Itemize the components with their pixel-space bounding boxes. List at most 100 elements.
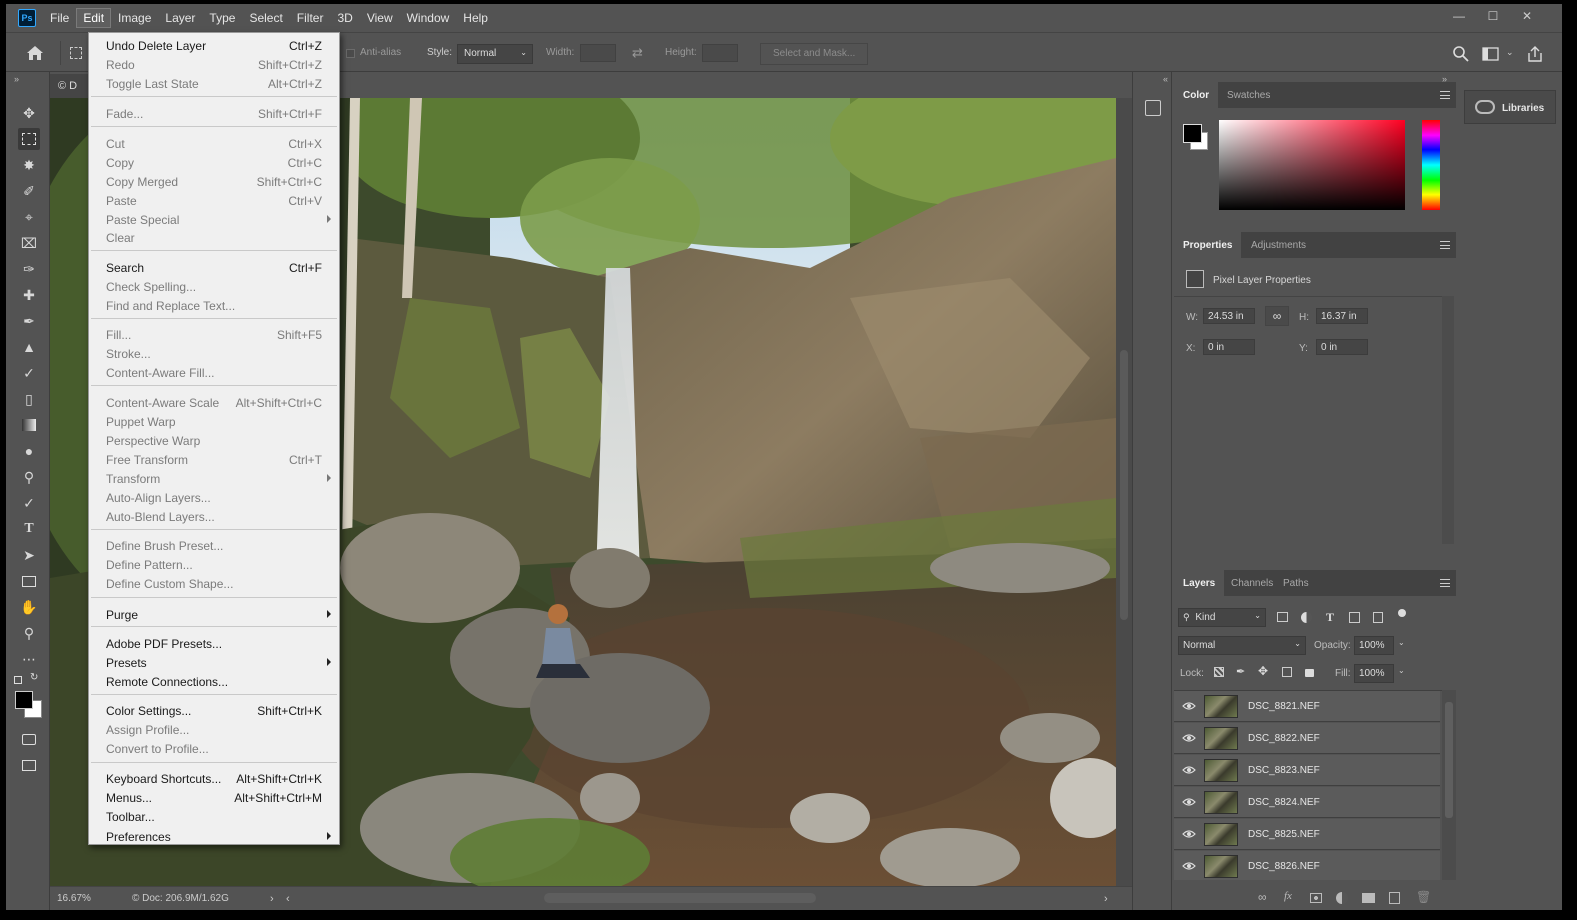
chevron-down-icon[interactable]: ⌄	[1506, 47, 1514, 58]
style-select[interactable]: Normal ⌄	[457, 44, 533, 64]
menu-item-copy[interactable]: Copy Ctrl+C	[89, 153, 339, 172]
menu-item-undo-delete-layer[interactable]: Undo Delete Layer Ctrl+Z	[89, 36, 339, 55]
select-and-mask-button[interactable]: Select and Mask...	[760, 43, 869, 65]
menu-help[interactable]: Help	[457, 9, 494, 27]
menu-item-paste[interactable]: Paste Ctrl+V	[89, 191, 339, 210]
menu-item-menus[interactable]: Menus... Alt+Shift+Ctrl+M	[89, 788, 339, 807]
color-field[interactable]	[1219, 120, 1405, 210]
menu-item-toggle-last-state[interactable]: Toggle Last State Alt+Ctrl+Z	[89, 74, 339, 93]
hand-icon[interactable]: ✋	[18, 596, 40, 618]
eye-visibility-icon[interactable]	[1182, 699, 1196, 713]
menu-type[interactable]: Type	[203, 9, 241, 27]
home-icon[interactable]	[26, 45, 44, 61]
close-icon[interactable]: ✕	[1510, 6, 1544, 26]
menu-item-presets[interactable]: Presets	[89, 653, 339, 672]
menu-edit[interactable]: Edit	[76, 8, 112, 28]
chevron-down-icon[interactable]: ⌄	[1398, 638, 1405, 647]
menu-item-redo[interactable]: Redo Shift+Ctrl+Z	[89, 55, 339, 74]
menu-item-find-and-replace-text[interactable]: Find and Replace Text...	[89, 296, 339, 315]
filter-type-icon[interactable]: T	[1326, 610, 1334, 625]
type-icon[interactable]: T	[18, 518, 40, 540]
filter-shape-icon[interactable]	[1349, 612, 1360, 623]
new-adjustment-layer-icon[interactable]	[1336, 892, 1348, 904]
panel-menu-icon[interactable]	[1440, 241, 1450, 249]
opacity-field[interactable]: 100%	[1354, 636, 1394, 655]
layer-row[interactable]: DSC_8825.NEF	[1174, 819, 1440, 850]
eye-visibility-icon[interactable]	[1182, 859, 1196, 873]
menu-item-paste-special[interactable]: Paste Special	[89, 210, 339, 229]
menu-item-adobe-pdf-presets[interactable]: Adobe PDF Presets...	[89, 634, 339, 653]
tab-color[interactable]: Color	[1174, 82, 1219, 108]
rectangle-icon[interactable]	[18, 570, 40, 592]
layer-row[interactable]: DSC_8824.NEF	[1174, 787, 1440, 818]
tab-layers[interactable]: Layers	[1174, 570, 1225, 596]
eye-visibility-icon[interactable]	[1182, 827, 1196, 841]
y-field[interactable]: 0 in	[1316, 339, 1368, 355]
menu-item-check-spelling[interactable]: Check Spelling...	[89, 277, 339, 296]
brush-icon[interactable]: ✒	[18, 310, 40, 332]
new-layer-icon[interactable]	[1389, 892, 1400, 904]
filter-smart-object-icon[interactable]	[1373, 612, 1383, 623]
menu-item-search[interactable]: Search Ctrl+F	[89, 258, 339, 277]
menu-item-auto-blend-layers[interactable]: Auto-Blend Layers...	[89, 507, 339, 526]
pen-icon[interactable]: ✓	[18, 492, 40, 514]
layer-row[interactable]: DSC_8823.NEF	[1174, 755, 1440, 786]
clone-stamp-icon[interactable]: ▲	[18, 336, 40, 358]
layer-row[interactable]: DSC_8822.NEF	[1174, 723, 1440, 754]
menu-item-keyboard-shortcuts[interactable]: Keyboard Shortcuts... Alt+Shift+Ctrl+K	[89, 769, 339, 788]
lock-artboard-icon[interactable]	[1282, 667, 1292, 677]
more-tools-icon[interactable]: ⋯	[18, 648, 40, 670]
frame-icon[interactable]: ⌧	[18, 232, 40, 254]
blend-mode-select[interactable]: Normal ⌄	[1178, 636, 1306, 655]
layer-style-icon[interactable]: fx	[1284, 890, 1292, 902]
zoom-level[interactable]: 16.67%	[57, 893, 91, 904]
menu-item-fade[interactable]: Fade... Shift+Ctrl+F	[89, 104, 339, 123]
quick-selection-icon[interactable]: ✐	[18, 180, 40, 202]
properties-scrollbar[interactable]	[1442, 296, 1454, 544]
menu-item-toolbar[interactable]: Toolbar...	[89, 807, 339, 826]
default-colors-icon[interactable]	[14, 676, 22, 684]
move-tool-icon[interactable]: ✥	[18, 102, 40, 124]
menu-item-define-brush-preset[interactable]: Define Brush Preset...	[89, 536, 339, 555]
tab-properties[interactable]: Properties	[1174, 232, 1242, 258]
layers-scrollbar[interactable]	[1442, 690, 1456, 880]
menu-item-copy-merged[interactable]: Copy Merged Shift+Ctrl+C	[89, 172, 339, 191]
fill-field[interactable]: 100%	[1354, 664, 1394, 683]
panel-menu-icon[interactable]	[1440, 91, 1450, 99]
blur-icon[interactable]: ●	[18, 440, 40, 462]
zoom-icon[interactable]: ⚲	[18, 622, 40, 644]
menu-layer[interactable]: Layer	[159, 9, 201, 27]
chevron-down-icon[interactable]: ⌄	[1398, 666, 1405, 675]
maximize-icon[interactable]: ☐	[1476, 6, 1510, 26]
lock-transparent-icon[interactable]	[1214, 667, 1224, 677]
menu-item-stroke[interactable]: Stroke...	[89, 344, 339, 363]
eye-visibility-icon[interactable]	[1182, 763, 1196, 777]
menu-filter[interactable]: Filter	[291, 9, 330, 27]
menu-window[interactable]: Window	[401, 9, 456, 27]
workspace-icon[interactable]	[1482, 45, 1500, 63]
lock-all-icon[interactable]	[1305, 669, 1314, 677]
rectangular-marquee-icon[interactable]	[18, 128, 40, 150]
collapse-panel-icon[interactable]: «	[1163, 74, 1168, 84]
menu-item-preferences[interactable]: Preferences	[89, 827, 339, 846]
path-selection-icon[interactable]: ➤	[18, 544, 40, 566]
tab-adjustments[interactable]: Adjustments	[1242, 232, 1315, 258]
filter-adjustment-icon[interactable]	[1301, 612, 1312, 623]
menu-image[interactable]: Image	[112, 9, 157, 27]
menu-item-cut[interactable]: Cut Ctrl+X	[89, 134, 339, 153]
width-field[interactable]: 24.53 in	[1203, 308, 1255, 324]
filter-toggle-icon[interactable]	[1398, 609, 1406, 617]
canvas-horizontal-scrollbar[interactable]	[544, 893, 816, 903]
collapse-toolbar-icon[interactable]: »	[14, 74, 19, 84]
scroll-left-icon[interactable]: ‹	[286, 893, 290, 905]
new-group-icon[interactable]	[1362, 893, 1375, 903]
swap-icon[interactable]: ⇄	[632, 45, 643, 61]
menu-item-assign-profile[interactable]: Assign Profile...	[89, 720, 339, 739]
lasso-icon[interactable]: ✸	[18, 154, 40, 176]
menu-item-define-pattern[interactable]: Define Pattern...	[89, 555, 339, 574]
screen-mode-icon[interactable]	[18, 754, 40, 776]
share-icon[interactable]	[1526, 45, 1544, 63]
eyedropper-icon[interactable]: ✑	[18, 258, 40, 280]
menu-view[interactable]: View	[361, 9, 399, 27]
menu-item-convert-to-profile[interactable]: Convert to Profile...	[89, 739, 339, 758]
